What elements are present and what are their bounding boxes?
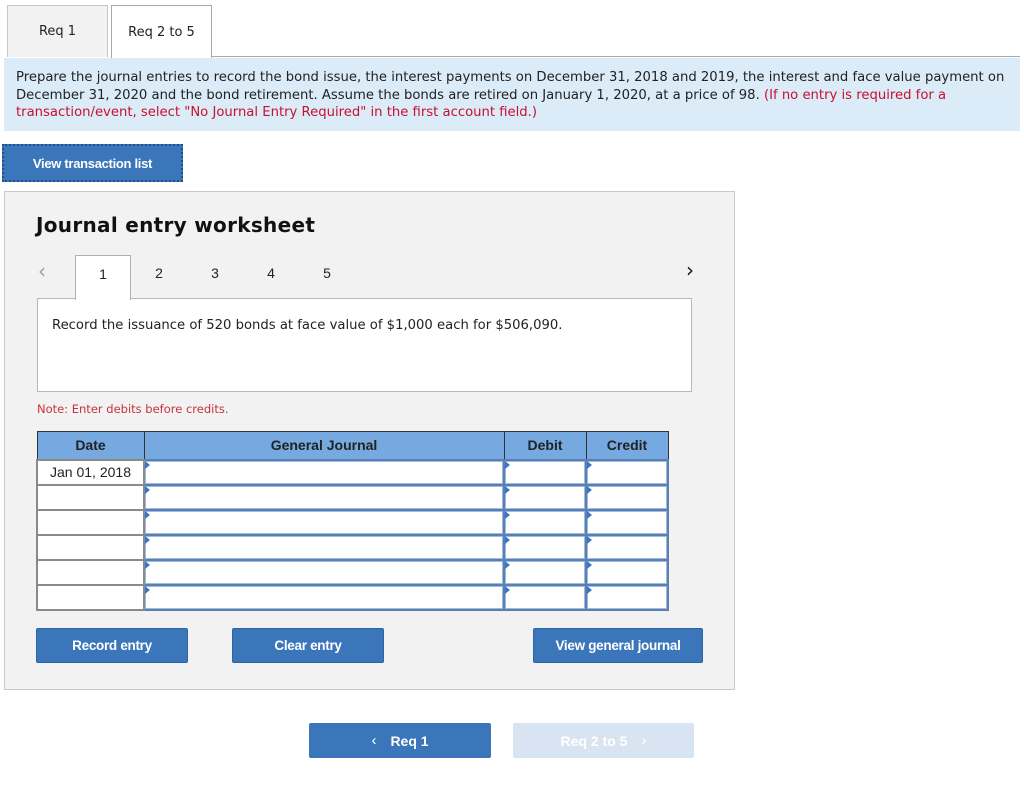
step-tab-1[interactable]: 1 [75,255,131,300]
requirement-tabs: Req 1 Req 2 to 5 [7,5,212,58]
date-cell: Jan 01, 2018 [36,458,145,486]
prev-requirement-label: Req 1 [390,732,429,749]
account-input[interactable] [143,558,505,586]
record-entry-button[interactable]: Record entry [36,628,188,663]
journal-table-header: Date General Journal Debit Credit [36,431,669,460]
account-input[interactable] [143,508,505,536]
header-general-journal: General Journal [143,431,505,460]
next-requirement-label: Req 2 to 5 [560,732,628,749]
date-cell [36,583,145,611]
tab-req-2-to-5[interactable]: Req 2 to 5 [111,5,212,58]
prev-requirement-button[interactable]: ‹ Req 1 [309,723,491,758]
date-cell [36,533,145,561]
credit-input[interactable] [585,583,669,611]
header-debit: Debit [503,431,587,460]
date-cell [36,483,145,511]
tabs-divider [212,56,1020,57]
entry-note: Note: Enter debits before credits. [37,402,229,416]
step-tab-4[interactable]: 4 [243,255,299,299]
credit-input[interactable] [585,483,669,511]
transaction-description: Record the issuance of 520 bonds at face… [37,298,692,392]
header-date: Date [36,431,145,460]
table-row: Jan 01, 2018 [36,458,669,486]
date-cell [36,558,145,586]
next-requirement-button: Req 2 to 5 › [513,723,694,758]
step-tabs: 1 2 3 4 5 [75,255,355,300]
credit-input[interactable] [585,558,669,586]
account-input[interactable] [143,583,505,611]
header-credit: Credit [585,431,669,460]
step-tab-2[interactable]: 2 [131,255,187,299]
debit-input[interactable] [503,508,587,536]
clear-entry-button[interactable]: Clear entry [232,628,384,663]
credit-input[interactable] [585,508,669,536]
journal-table: Date General Journal Debit Credit Jan 01… [36,431,669,611]
table-row [36,483,669,511]
debit-input[interactable] [503,558,587,586]
instructions-box: Prepare the journal entries to record th… [4,58,1020,131]
table-row [36,508,669,536]
worksheet-title: Journal entry worksheet [36,213,316,237]
debit-input[interactable] [503,583,587,611]
step-tab-3[interactable]: 3 [187,255,243,299]
tab-req-1[interactable]: Req 1 [7,5,108,57]
journal-entry-worksheet-panel: Journal entry worksheet ‹ 1 2 3 4 5 › Re… [4,191,735,690]
table-row [36,533,669,561]
chevron-right-icon: › [641,732,647,749]
account-input[interactable] [143,458,505,486]
table-row [36,558,669,586]
transaction-description-text: Record the issuance of 520 bonds at face… [52,318,563,333]
chevron-left-icon: ‹ [371,732,377,749]
account-input[interactable] [143,533,505,561]
debit-input[interactable] [503,458,587,486]
credit-input[interactable] [585,533,669,561]
step-tab-5[interactable]: 5 [299,255,355,299]
chevron-right-icon[interactable]: › [686,258,694,282]
date-cell [36,508,145,536]
chevron-left-icon[interactable]: ‹ [38,259,46,283]
account-input[interactable] [143,483,505,511]
table-row [36,583,669,611]
view-transaction-list-button[interactable]: View transaction list [2,144,183,182]
view-general-journal-button[interactable]: View general journal [533,628,703,663]
debit-input[interactable] [503,533,587,561]
debit-input[interactable] [503,483,587,511]
credit-input[interactable] [585,458,669,486]
